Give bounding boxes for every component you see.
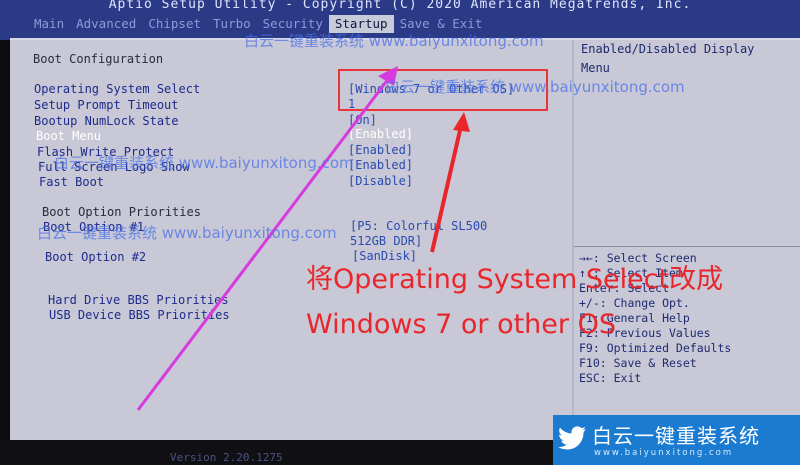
- bios-screen: Aptio Setup Utility - Copyright (C) 2020…: [0, 0, 800, 465]
- brand-name: 白云一键重装系统: [592, 424, 760, 448]
- red-arrow-line: [430, 125, 463, 253]
- brand-url: www.baiyunxitong.com: [594, 448, 734, 458]
- watermark-4: 白云一键重装系统 www.baiyunxitong.com: [37, 224, 337, 242]
- watermark-1: 白云一键重装系统 www.baiyunxitong.com: [244, 32, 544, 50]
- annotation-line-1: 将Operating System Select改成: [306, 264, 724, 295]
- bird-icon: [558, 426, 586, 450]
- watermark-3: 白云一键重装系统 www.baiyunxitong.com: [54, 154, 354, 172]
- watermark-2: 白云一键重装系统 www.baiyunxitong.com: [385, 78, 685, 96]
- annotation-line-2: Windows 7 or other OS: [306, 309, 616, 340]
- red-arrow-head: [453, 112, 470, 132]
